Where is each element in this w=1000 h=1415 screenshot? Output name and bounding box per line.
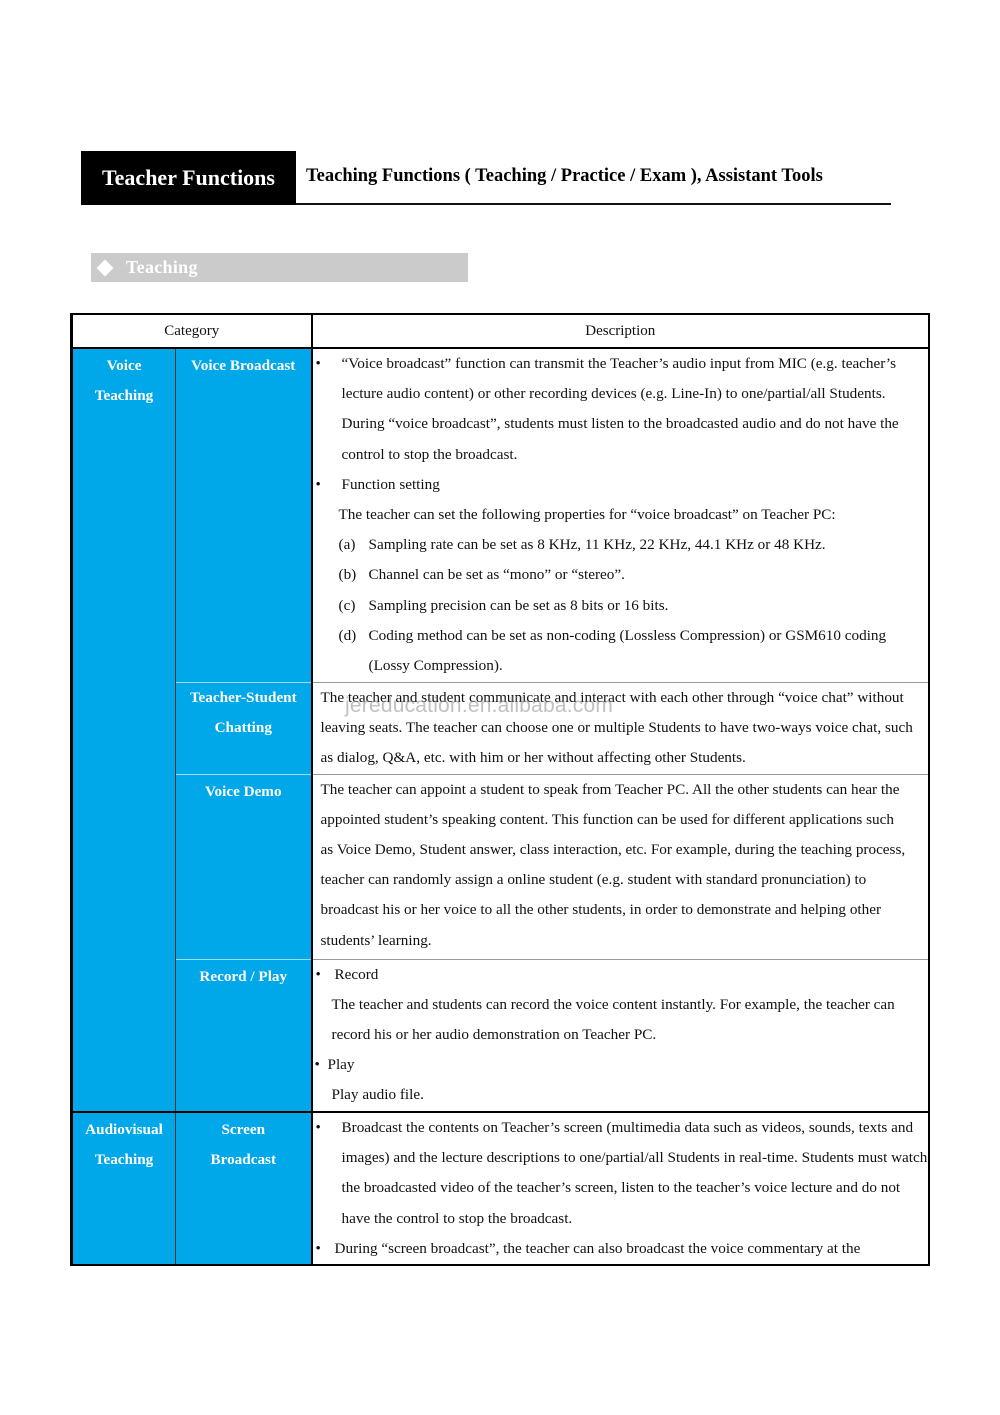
bullet-item: • Record — [313, 960, 928, 990]
table-row: Record / Play • Record The teacher and s… — [72, 958, 931, 1112]
bullet-icon: • — [314, 1056, 320, 1074]
subcategory-voice-broadcast: Voice Broadcast — [175, 347, 313, 682]
category-label-line: Audiovisual — [85, 1121, 163, 1138]
subcategory-record-play: Record / Play — [175, 958, 313, 1112]
table-row: Voice Demo The teacher can appoint a stu… — [72, 773, 931, 959]
category-voice-teaching: Voice Teaching — [70, 347, 176, 1113]
section-heading-label: Teaching — [126, 257, 198, 277]
subcategory-label-line: Broadcast — [210, 1151, 277, 1168]
diamond-icon — [96, 259, 114, 276]
setting-label: (b) — [338, 566, 357, 584]
table-row: Teacher-Student Chatting The teacher and… — [72, 681, 931, 774]
subcategory-label: Record / Play — [199, 967, 288, 985]
setting-label: (a) — [338, 536, 356, 554]
setting-text: Coding method can be set as non-coding (… — [368, 626, 887, 675]
subcategory-label-line: Screen — [221, 1121, 266, 1138]
section-heading-teaching: Teaching — [91, 253, 468, 282]
bullet-icon: • — [315, 965, 321, 983]
bullet-icon: • — [315, 355, 321, 372]
bullet-text: During “screen broadcast”, the teacher c… — [334, 1239, 861, 1257]
setting-item: (b) Channel can be set as “mono” or “ste… — [313, 560, 928, 590]
description-screen-broadcast: • Broadcast the contents on Teacher’s sc… — [311, 1110, 931, 1267]
table-header-row: Category Description — [69, 313, 931, 349]
setting-item: (a) Sampling rate can be set as 8 KHz, 1… — [313, 530, 928, 560]
bullet-item: • During “screen broadcast”, the teacher… — [313, 1234, 927, 1263]
description-text: The teacher can appoint a student to spe… — [320, 780, 906, 949]
bullet-item: • “Voice broadcast” function can transmi… — [313, 349, 928, 470]
bullet-text: “Voice broadcast” function can transmit … — [341, 355, 899, 463]
table-row: Voice Teaching Voice Broadcast • “Voice … — [70, 347, 931, 1113]
document-title: Teacher Functions — [102, 165, 275, 190]
setting-label: (c) — [338, 596, 356, 614]
bullet-item: • Play — [313, 1050, 928, 1080]
table-row: Audiovisual Teaching Screen Broadcast • … — [70, 1110, 931, 1267]
subcategory-label: Voice Broadcast — [191, 357, 296, 374]
setting-label: (d) — [338, 626, 357, 644]
bullet-detail: The teacher can set the following proper… — [338, 506, 836, 524]
bullet-icon: • — [315, 1119, 321, 1136]
description-text: The teacher and student communicate and … — [320, 688, 913, 766]
bullet-item: • Broadcast the contents on Teacher’s sc… — [313, 1114, 928, 1234]
category-audiovisual-teaching: Audiovisual Teaching — [70, 1110, 176, 1267]
setting-text: Channel can be set as “mono” or “stereo”… — [368, 566, 625, 584]
subcategory-voice-demo: Voice Demo — [175, 773, 313, 959]
subcategory-screen-broadcast: Screen Broadcast — [175, 1110, 313, 1267]
column-header-category: Category — [69, 313, 313, 349]
bullet-text: Broadcast the contents on Teacher’s scre… — [341, 1119, 928, 1227]
category-label-line: Voice — [106, 357, 142, 374]
description-voice-broadcast: • “Voice broadcast” function can transmi… — [311, 347, 931, 682]
subcategory-teacher-student-chatting: Teacher-Student Chatting — [175, 681, 313, 774]
bullet-detail: Play audio file. — [331, 1086, 424, 1104]
setting-text: Sampling precision can be set as 8 bits … — [368, 596, 669, 614]
description-teacher-student-chatting: The teacher and student communicate and … — [311, 681, 931, 774]
category-label-line: Teaching — [94, 387, 154, 404]
bullet-item: • Function setting — [313, 470, 928, 500]
functions-table: Category Description Voice Teaching Voic… — [69, 313, 931, 1267]
bullet-text: Function setting — [341, 475, 440, 493]
column-header-description: Description — [310, 313, 931, 349]
subcategory-label: Voice Demo — [204, 782, 282, 800]
description-voice-demo: The teacher can appoint a student to spe… — [311, 773, 931, 959]
document-title-block: Teacher Functions — [81, 151, 296, 205]
category-label-line: Teaching — [94, 1151, 154, 1168]
bullet-icon: • — [315, 475, 321, 493]
subcategory-label: Teacher-Student Chatting — [189, 688, 297, 736]
setting-item: (c) Sampling precision can be set as 8 b… — [313, 591, 928, 621]
bullet-text: Record — [334, 965, 379, 983]
description-record-play: • Record The teacher and students can re… — [311, 958, 931, 1112]
bullet-icon: • — [315, 1239, 321, 1257]
setting-item: (d) Coding method can be set as non-codi… — [313, 621, 928, 681]
document-subtitle: Teaching Functions ( Teaching / Practice… — [306, 166, 823, 186]
header-rule — [296, 203, 891, 205]
bullet-text: Play — [327, 1056, 355, 1074]
setting-text: Sampling rate can be set as 8 KHz, 11 KH… — [368, 536, 826, 554]
bullet-detail: The teacher and students can record the … — [331, 995, 895, 1043]
